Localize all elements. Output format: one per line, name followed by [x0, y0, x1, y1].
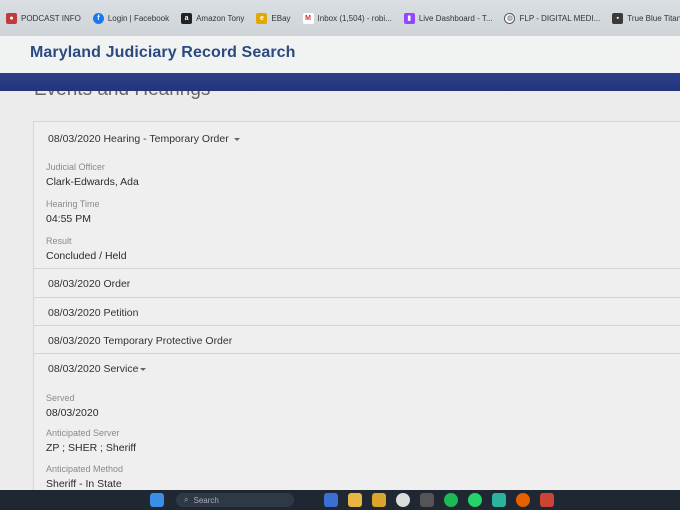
main-content: Events and Hearings 08/03/2020 Hearing -… — [0, 91, 680, 490]
event-row-petition[interactable]: 08/03/2020 Petition — [34, 297, 680, 326]
bookmark-gmail[interactable]: M Inbox (1,504) - robi... — [297, 8, 398, 28]
detail-hearing-time: Hearing Time 04:55 PM — [46, 199, 100, 225]
app-icon[interactable] — [420, 493, 434, 507]
taskbar: ⌕ Search — [0, 490, 680, 510]
section-heading: Events and Hearings — [34, 91, 210, 101]
site-header: Maryland Judiciary Record Search — [0, 36, 680, 74]
bookmark-label: Amazon Tony — [196, 13, 245, 23]
bookmark-amazon[interactable]: a Amazon Tony — [175, 8, 250, 28]
app-icon[interactable] — [324, 493, 338, 507]
service-header-text: 08/03/2020 Service — [48, 363, 147, 375]
events-card: 08/03/2020 Hearing - Temporary Order Jud… — [33, 121, 680, 490]
spotify-icon[interactable] — [444, 493, 458, 507]
event-row-service[interactable]: 08/03/2020 Service — [34, 353, 680, 384]
bookmark-label: FLP - DIGITAL MEDI... — [519, 13, 601, 23]
facebook-icon: f — [92, 12, 104, 24]
bookmark-flp[interactable]: ◍ FLP - DIGITAL MEDI... — [498, 8, 606, 28]
bookmark-facebook[interactable]: f Login | Facebook — [87, 8, 175, 28]
folder-icon[interactable] — [348, 493, 362, 507]
whatsapp-icon[interactable] — [468, 493, 482, 507]
detail-served: Served 08/03/2020 — [46, 393, 99, 419]
bookmarks-bar: ● PODCAST INFO f Login | Facebook a Amaz… — [0, 0, 680, 36]
detail-anticipated-method: Anticipated Method Sheriff - In State — [46, 464, 124, 490]
app-icon[interactable] — [540, 493, 554, 507]
bookmark-label: PODCAST INFO — [21, 13, 81, 23]
bookmark-label: True Blue Titanium -... — [627, 13, 680, 23]
caret-down-icon — [140, 367, 147, 371]
bookmark-icon: ▪ — [612, 12, 624, 24]
chrome-icon[interactable] — [396, 493, 410, 507]
hearing-row-header[interactable]: 08/03/2020 Hearing - Temporary Order — [34, 122, 680, 154]
search-icon: ⌕ — [184, 495, 189, 504]
windows-start-icon[interactable] — [150, 493, 164, 507]
bookmark-ebay[interactable]: e EBay — [250, 8, 296, 28]
app-icon[interactable] — [492, 493, 506, 507]
hearing-header-text: 08/03/2020 Hearing - Temporary Order — [48, 133, 240, 145]
event-row-temporary-protective-order[interactable]: 08/03/2020 Temporary Protective Order — [34, 325, 680, 354]
bookmark-true-blue[interactable]: ▪ True Blue Titanium -... — [606, 8, 680, 28]
globe-icon: ◍ — [504, 12, 516, 24]
gmail-icon: M — [302, 12, 314, 24]
taskbar-search[interactable]: ⌕ Search — [176, 493, 294, 507]
detail-judicial-officer: Judicial Officer Clark-Edwards, Ada — [46, 162, 139, 188]
app-icon[interactable] — [372, 493, 386, 507]
bookmark-podcast-info[interactable]: ● PODCAST INFO — [0, 8, 87, 28]
bookmark-label: Login | Facebook — [107, 13, 170, 23]
amazon-icon: a — [181, 12, 193, 24]
detail-anticipated-server: Anticipated Server ZP ; SHER ; Sheriff — [46, 428, 137, 454]
bookmark-label: Inbox (1,504) - robi... — [317, 13, 392, 23]
bookmark-label: EBay — [271, 13, 291, 23]
detail-result: Result Concluded / Held — [46, 236, 127, 262]
firefox-icon[interactable] — [516, 493, 530, 507]
caret-down-icon — [233, 137, 240, 141]
podcast-icon: ● — [6, 12, 17, 24]
bookmark-live-dashboard[interactable]: ▮ Live Dashboard - T... — [398, 8, 499, 28]
nav-bar — [0, 73, 680, 91]
site-title[interactable]: Maryland Judiciary Record Search — [30, 44, 296, 62]
ebay-icon: e — [256, 12, 268, 24]
event-row-order[interactable]: 08/03/2020 Order — [34, 268, 680, 297]
bookmark-label: Live Dashboard - T... — [418, 13, 493, 23]
twitch-icon: ▮ — [403, 12, 415, 24]
